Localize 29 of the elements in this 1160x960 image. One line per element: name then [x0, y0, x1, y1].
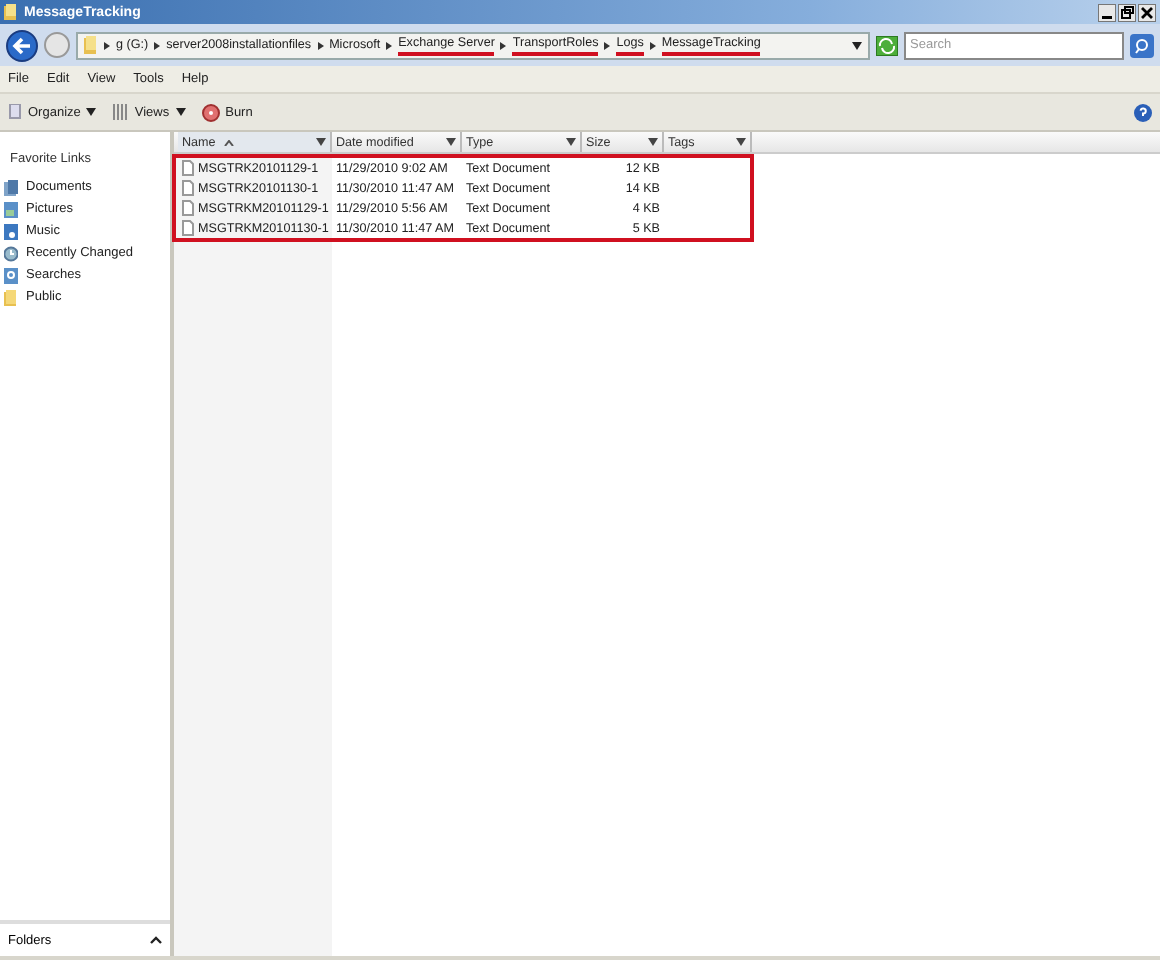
separator-arrow-icon[interactable]	[104, 41, 110, 49]
chevron-up-icon	[150, 936, 162, 944]
dropdown-caret-icon	[86, 108, 97, 116]
burn-disc-icon	[201, 103, 220, 121]
folder-icon	[4, 4, 18, 20]
minimize-icon[interactable]	[1098, 3, 1116, 21]
views-icon	[112, 104, 129, 120]
help-icon[interactable]	[1134, 103, 1152, 121]
restore-icon[interactable]	[1118, 3, 1136, 21]
separator-arrow-icon[interactable]	[604, 41, 611, 49]
search-icon[interactable]	[1130, 33, 1154, 57]
dropdown-caret-icon[interactable]	[736, 138, 746, 146]
separator-arrow-icon[interactable]	[649, 41, 656, 49]
dropdown-caret-icon	[175, 108, 186, 116]
close-icon[interactable]	[1138, 3, 1156, 21]
pictures-icon	[4, 201, 18, 217]
dropdown-caret-icon[interactable]	[852, 41, 862, 49]
folder-icon	[84, 36, 98, 54]
separator-arrow-icon[interactable]	[500, 41, 507, 49]
dropdown-caret-icon[interactable]	[316, 138, 326, 146]
documents-icon	[4, 179, 18, 195]
folder-icon	[4, 289, 18, 305]
dropdown-caret-icon[interactable]	[446, 138, 456, 146]
separator-arrow-icon[interactable]	[317, 41, 324, 49]
refresh-icon[interactable]	[876, 35, 898, 55]
separator-arrow-icon[interactable]	[386, 41, 393, 49]
dropdown-caret-icon[interactable]	[648, 138, 658, 146]
dropdown-caret-icon[interactable]	[566, 138, 576, 146]
separator-arrow-icon[interactable]	[154, 41, 161, 49]
